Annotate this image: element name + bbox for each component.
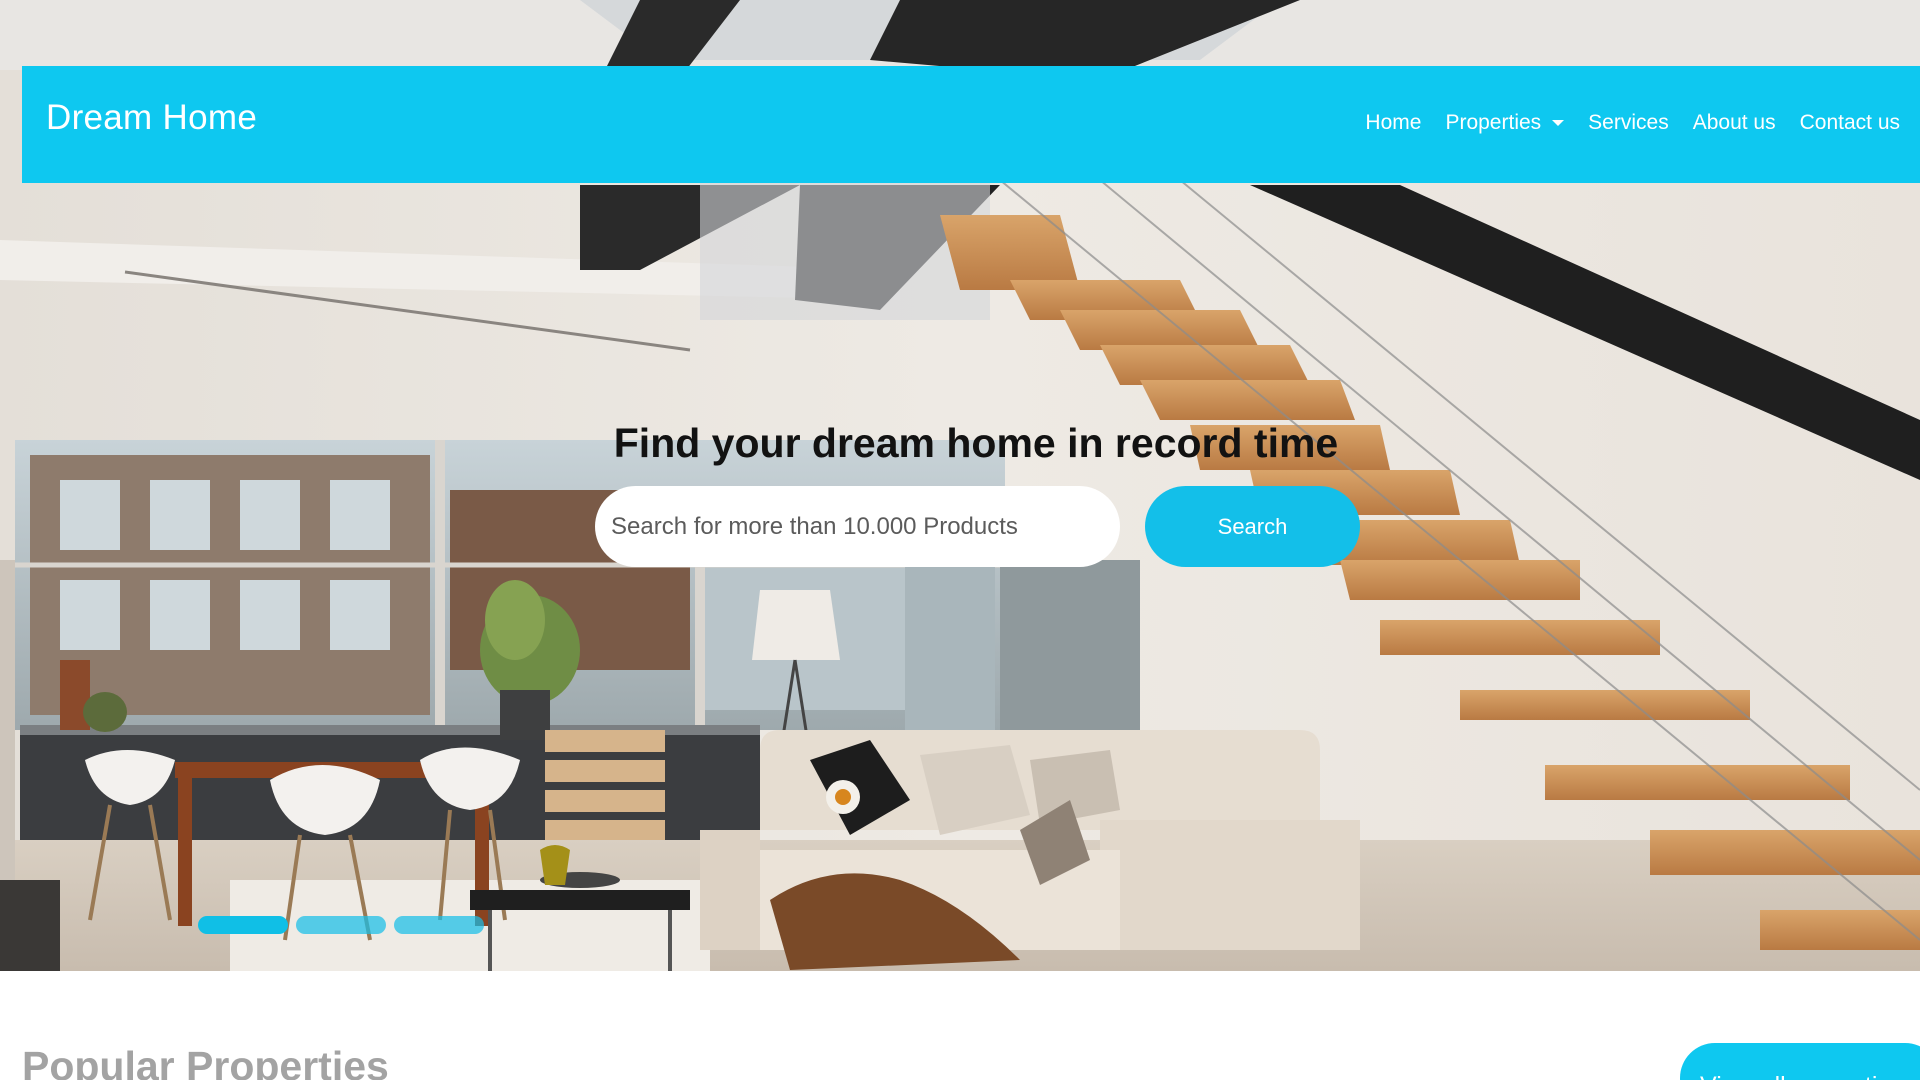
caret-down-icon [1552,120,1565,126]
nav-item-properties[interactable]: Properties [1445,111,1565,135]
search-input[interactable] [611,486,1106,567]
nav-menu: Home Properties Services About us Contac… [1365,111,1900,135]
carousel-indicator-3[interactable] [394,916,484,934]
nav-item-properties-label: Properties [1445,111,1542,134]
brand-logo[interactable]: Dream Home [46,98,257,138]
carousel-indicator-1[interactable] [198,916,288,934]
nav-item-contact-us[interactable]: Contact us [1800,111,1900,135]
nav-item-about-us[interactable]: About us [1693,111,1776,135]
page: Dream Home Home Properties Services Abou… [0,0,1920,1080]
popular-properties-title: Popular Properties [22,1043,389,1080]
hero-headline: Find your dream home in record time [613,420,1339,466]
search-bar [595,486,1120,567]
nav-item-home[interactable]: Home [1365,111,1421,135]
carousel-indicators [198,916,484,934]
nav-item-services[interactable]: Services [1588,111,1669,135]
navbar: Dream Home Home Properties Services Abou… [22,66,1920,183]
view-all-properties-button[interactable]: View all properties [1680,1043,1920,1080]
search-button[interactable]: Search [1145,486,1360,567]
carousel-indicator-2[interactable] [296,916,386,934]
